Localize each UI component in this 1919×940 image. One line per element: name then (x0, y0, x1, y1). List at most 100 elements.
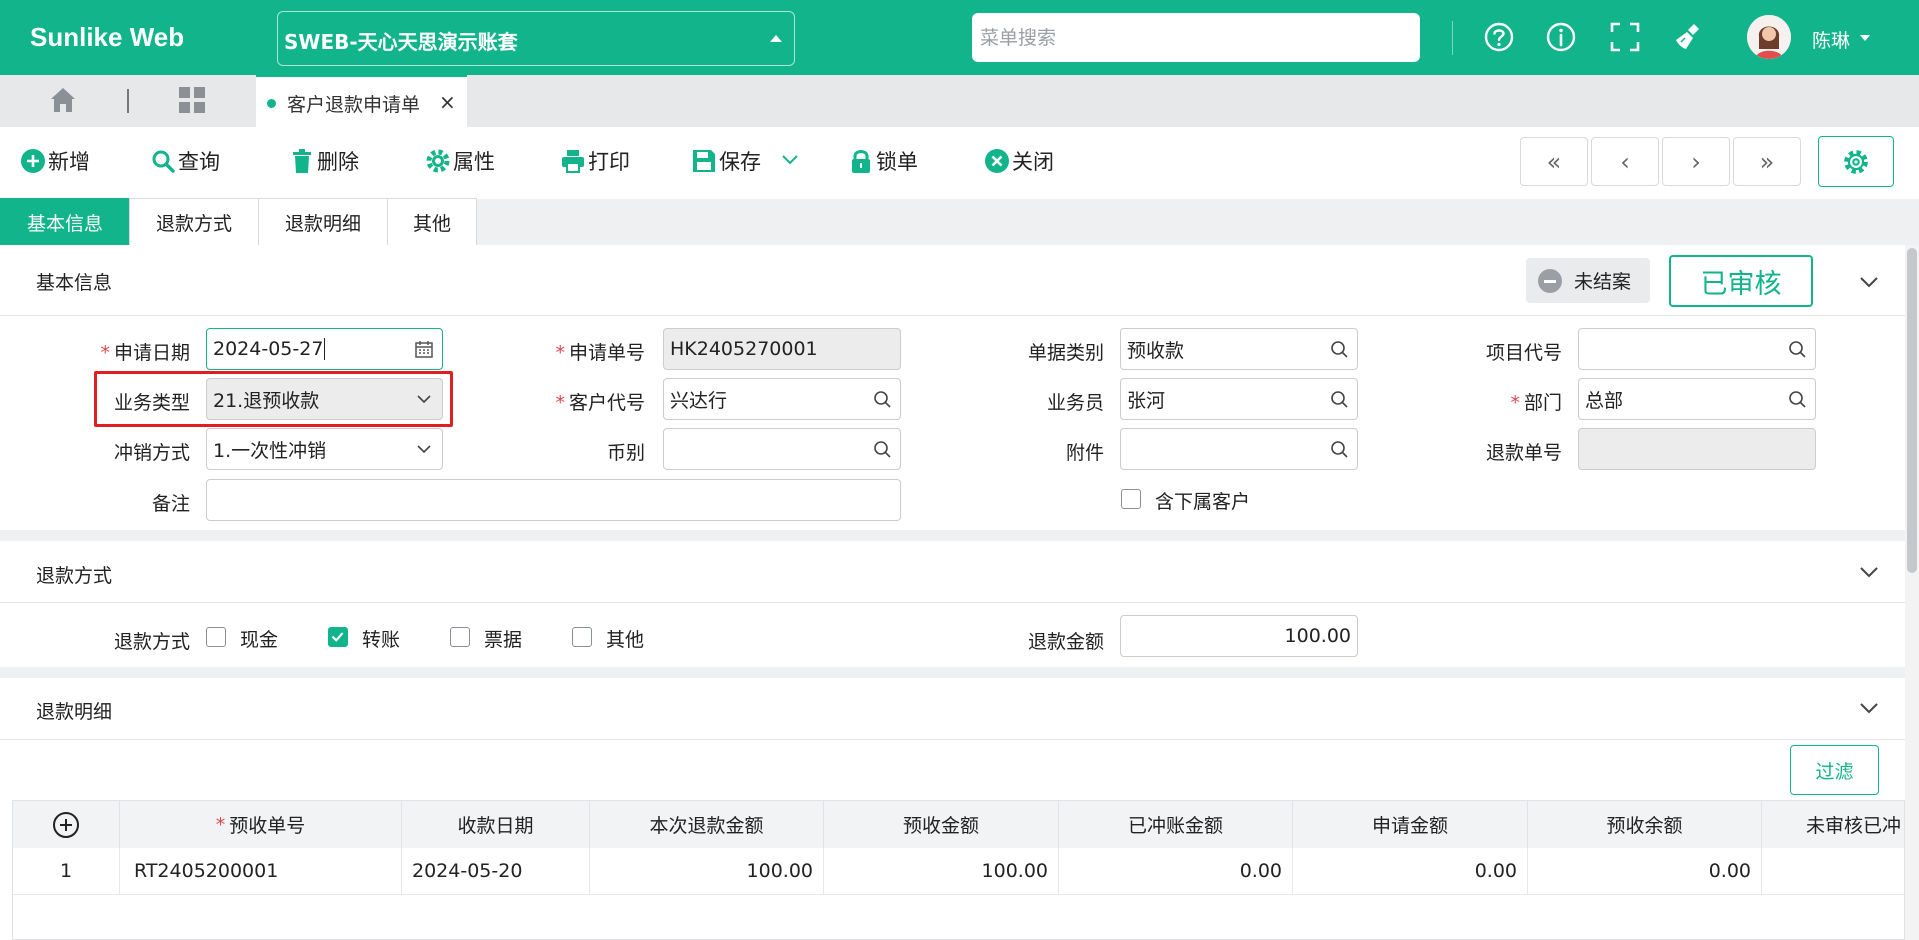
lookup-search-icon[interactable] (1329, 389, 1349, 409)
lookup-search-icon[interactable] (1787, 339, 1807, 359)
trash-icon (293, 149, 311, 173)
apply-date-value: 2024-05-27 (213, 338, 324, 360)
clean-broom-icon[interactable] (1672, 20, 1706, 54)
col-header-receipt-date[interactable]: 收款日期 (402, 801, 590, 848)
lookup-search-icon[interactable] (1329, 439, 1349, 459)
settings-button[interactable] (1818, 136, 1894, 187)
collapse-chevron-icon[interactable] (1858, 565, 1880, 579)
col-header-unapproved[interactable]: 未审核已冲 (1762, 801, 1904, 848)
print-button[interactable]: 打印 (560, 145, 630, 177)
col-header-offset-amount[interactable]: 已冲账金额 (1059, 801, 1293, 848)
calendar-icon[interactable] (414, 339, 434, 359)
doc-type-value: 预收款 (1127, 339, 1185, 362)
refund-method-panel (0, 541, 1905, 667)
scrollbar-thumb[interactable] (1907, 248, 1917, 573)
attachment-input[interactable] (1120, 428, 1358, 470)
apply-date-input[interactable]: 2024-05-27 (206, 328, 443, 370)
close-circle-icon (985, 149, 1009, 173)
help-icon[interactable] (1482, 20, 1516, 54)
first-record-button[interactable]: « (1520, 137, 1588, 186)
table-cell-prepay-balance[interactable]: 0.00 (1528, 848, 1762, 895)
include-sub-label: 含下属客户 (1155, 491, 1251, 513)
refund-amount-input[interactable]: 100.00 (1120, 615, 1358, 657)
currency-label: 币别 (606, 442, 645, 464)
section-tab-other[interactable]: 其他 (387, 198, 477, 246)
col-header-apply-amount[interactable]: 申请金额 (1293, 801, 1528, 848)
user-name[interactable]: 陈琳 (1812, 26, 1850, 53)
apps-grid-icon[interactable] (178, 86, 206, 114)
doc-type-input[interactable]: 预收款 (1120, 328, 1358, 370)
section-tab-basic[interactable]: 基本信息 (0, 198, 130, 246)
lookup-search-icon[interactable] (872, 389, 892, 409)
table-cell-prepay-amount[interactable]: 100.00 (824, 848, 1059, 895)
dept-input[interactable]: 总部 (1578, 378, 1816, 420)
properties-label: 属性 (453, 150, 495, 174)
last-record-button[interactable]: » (1733, 137, 1801, 186)
info-icon[interactable] (1544, 20, 1578, 54)
lookup-search-icon[interactable] (872, 439, 892, 459)
close-tab-icon[interactable]: × (439, 90, 456, 114)
section-tab-refund-method[interactable]: 退款方式 (129, 198, 259, 246)
section-tab-refund-detail[interactable]: 退款明细 (258, 198, 388, 246)
menu-search-input[interactable] (972, 13, 1420, 62)
lookup-search-icon[interactable] (1787, 389, 1807, 409)
caret-down-icon[interactable] (1860, 35, 1870, 41)
table-cell-apply-amount[interactable]: 0.00 (1293, 848, 1528, 895)
collapse-chevron-icon[interactable] (1858, 275, 1880, 289)
col-header-prepay-amount[interactable]: 预收金额 (824, 801, 1059, 848)
table-cell-refund-amount[interactable]: 100.00 (590, 848, 824, 895)
account-selector[interactable]: SWEB-天心天思演示账套 (277, 11, 795, 66)
col-header-prepay-balance[interactable]: 预收余额 (1528, 801, 1762, 848)
prev-record-button[interactable]: ‹ (1591, 137, 1659, 186)
salesman-input[interactable]: 张河 (1120, 378, 1358, 420)
table-cell-offset-amount[interactable]: 0.00 (1059, 848, 1293, 895)
lock-button[interactable]: 锁单 (848, 145, 918, 177)
offset-select[interactable]: 1.一次性冲销 (206, 428, 443, 470)
tab-customer-refund[interactable]: 客户退款申请单 × (256, 75, 467, 127)
refund-transfer-checkbox[interactable] (328, 627, 348, 647)
next-record-button[interactable]: › (1662, 137, 1730, 186)
refund-other-checkbox[interactable] (572, 627, 592, 647)
salesman-value: 张河 (1127, 389, 1166, 412)
project-input[interactable] (1578, 328, 1816, 370)
table-cell-prepay-no[interactable]: RT2405200001 (120, 848, 402, 895)
refund-method-title: 退款方式 (36, 565, 113, 587)
refund-detail-title: 退款明细 (36, 701, 113, 723)
table-cell-receipt-date[interactable]: 2024-05-20 (402, 848, 590, 895)
table-cell-unapproved[interactable] (1762, 848, 1904, 895)
col-header-prepay-no[interactable]: * 预收单号 (120, 801, 402, 848)
filter-button[interactable]: 过滤 (1790, 745, 1879, 795)
printer-icon (562, 150, 584, 173)
dept-label: * 部门 (1510, 392, 1562, 414)
add-row-header[interactable] (13, 801, 120, 848)
remark-input[interactable] (206, 479, 901, 521)
query-button[interactable]: 查询 (150, 145, 220, 177)
save-button[interactable]: 保存 (691, 145, 761, 177)
add-row-icon[interactable] (52, 811, 80, 839)
closed-label: 未结案 (1574, 271, 1632, 293)
col-header-refund-amount[interactable]: 本次退款金额 (590, 801, 824, 848)
tab-divider (127, 89, 129, 113)
new-button[interactable]: 新增 (20, 145, 90, 177)
panel-divider (0, 602, 1905, 603)
home-icon[interactable] (48, 85, 78, 115)
account-name: SWEB-天心天思演示账套 (284, 30, 518, 54)
double-chevron-left-icon: « (1546, 147, 1562, 176)
delete-button[interactable]: 删除 (289, 145, 359, 177)
highlight-box (94, 371, 453, 427)
salesman-label: 业务员 (1046, 392, 1104, 414)
customer-input[interactable]: 兴达行 (663, 378, 901, 420)
include-sub-checkbox[interactable] (1121, 489, 1141, 509)
close-button[interactable]: 关闭 (984, 145, 1054, 177)
refund-cash-checkbox[interactable] (206, 627, 226, 647)
plus-circle-icon (21, 149, 45, 173)
currency-input[interactable] (663, 428, 901, 470)
refund-bill-checkbox[interactable] (450, 627, 470, 647)
save-dropdown-chevron-icon[interactable] (782, 155, 798, 165)
collapse-chevron-icon[interactable] (1858, 701, 1880, 715)
lookup-search-icon[interactable] (1329, 339, 1349, 359)
panel-divider (0, 739, 1905, 740)
fullscreen-icon[interactable] (1608, 20, 1642, 54)
properties-button[interactable]: 属性 (425, 145, 495, 177)
avatar[interactable] (1747, 15, 1791, 59)
